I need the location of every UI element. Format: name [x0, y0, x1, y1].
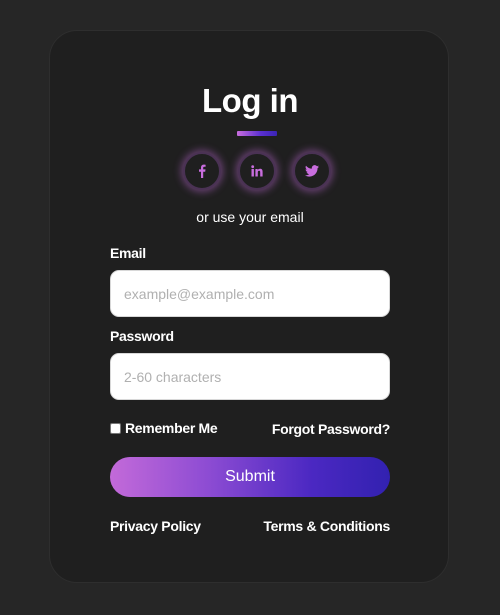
submit-button[interactable]: Submit: [110, 457, 390, 497]
twitter-icon: [305, 165, 319, 177]
email-alternative-text: or use your email: [196, 209, 304, 225]
remember-me: Remember Me: [110, 420, 218, 436]
twitter-login-button[interactable]: [293, 152, 331, 190]
terms-conditions-link[interactable]: Terms & Conditions: [263, 518, 390, 534]
facebook-login-button[interactable]: [183, 152, 221, 190]
facebook-icon: [197, 164, 207, 178]
linkedin-login-button[interactable]: [238, 152, 276, 190]
remember-me-label: Remember Me: [125, 420, 218, 436]
page-title: Log in: [202, 82, 298, 119]
email-label: Email: [110, 245, 146, 261]
privacy-policy-link[interactable]: Privacy Policy: [110, 518, 201, 534]
email-field[interactable]: [110, 270, 390, 317]
password-field[interactable]: [110, 353, 390, 400]
title-underline: [237, 131, 277, 136]
forgot-password-link[interactable]: Forgot Password?: [272, 421, 390, 437]
password-label: Password: [110, 328, 174, 344]
remember-me-checkbox[interactable]: [110, 422, 121, 434]
linkedin-icon: [251, 165, 263, 177]
